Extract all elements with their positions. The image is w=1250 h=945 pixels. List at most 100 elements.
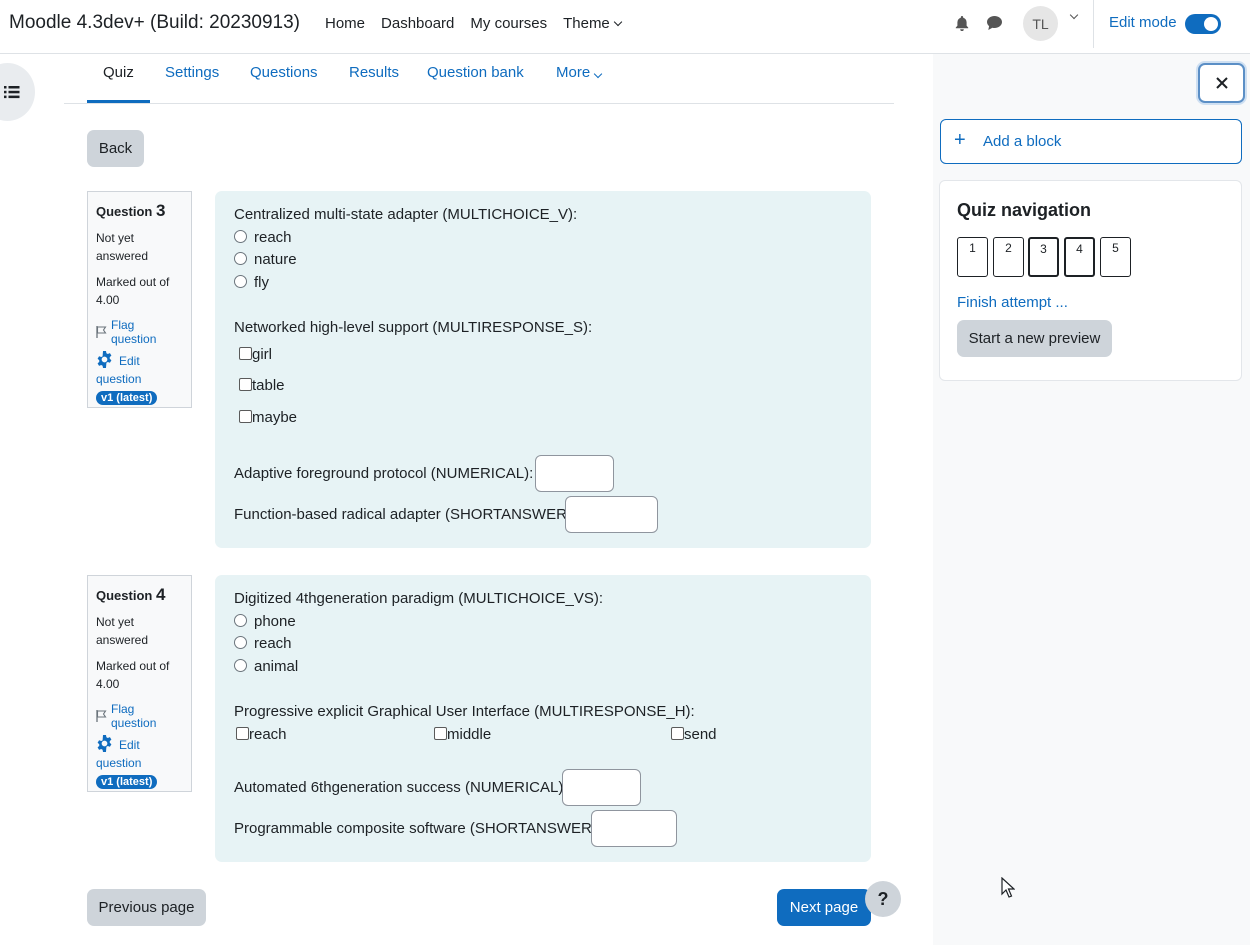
site-brand[interactable]: Moodle 4.3dev+ (Build: 20230913) <box>9 12 300 34</box>
multiresponse-prompt: Progressive explicit Graphical User Inte… <box>234 703 695 720</box>
radio-option[interactable]: reach <box>234 635 292 652</box>
question-state: Not yet answered <box>96 615 149 647</box>
checkbox-option[interactable]: maybe <box>239 409 297 426</box>
edit-question-link[interactable]: Edit question <box>96 351 183 388</box>
checkbox-option[interactable]: girl <box>239 346 272 363</box>
secondary-navigation: Quiz Settings Questions Results Question… <box>64 54 894 104</box>
primary-navigation: Home Dashboard My courses Theme <box>317 0 629 48</box>
tab-more[interactable]: More <box>556 54 603 103</box>
question-content-4: Digitized 4thgeneration paradigm (MULTIC… <box>215 575 871 862</box>
list-icon <box>4 86 20 99</box>
plus-icon: + <box>954 129 966 151</box>
shortanswer-prompt: Programmable composite software (SHORTAN… <box>234 820 602 837</box>
quiz-navigation-title: Quiz navigation <box>957 200 1092 220</box>
flag-icon <box>96 326 107 338</box>
finish-attempt-link[interactable]: Finish attempt ... <box>957 294 1068 311</box>
quiz-nav-button-5[interactable]: 5 <box>1100 237 1131 277</box>
edit-mode-label: Edit mode <box>1109 14 1177 31</box>
course-index-toggle[interactable] <box>0 63 35 121</box>
checkbox[interactable] <box>239 347 252 360</box>
navbar-divider <box>1093 0 1094 48</box>
checkbox[interactable] <box>434 727 447 740</box>
checkbox-option[interactable]: send <box>671 726 717 743</box>
question-number: Question 4 <box>96 585 166 604</box>
numerical-prompt: Automated 6thgeneration success (NUMERIC… <box>234 779 568 796</box>
radio-button[interactable] <box>234 636 247 649</box>
nav-dashboard[interactable]: Dashboard <box>373 0 462 48</box>
back-button[interactable]: Back <box>87 130 144 167</box>
tab-quiz[interactable]: Quiz <box>87 54 150 103</box>
radio-option[interactable]: phone <box>234 613 296 630</box>
tab-question-bank[interactable]: Question bank <box>427 54 524 103</box>
checkbox-option[interactable]: table <box>239 377 285 394</box>
shortanswer-prompt: Function-based radical adapter (SHORTANS… <box>234 506 577 523</box>
flag-question-link[interactable]: Flag question <box>96 702 183 730</box>
checkbox[interactable] <box>236 727 249 740</box>
next-page-button[interactable]: Next page <box>777 889 871 926</box>
question-grade: Marked out of 4.00 <box>96 275 170 307</box>
tab-settings[interactable]: Settings <box>165 54 219 103</box>
question-content-3: Centralized multi-state adapter (MULTICH… <box>215 191 871 548</box>
quiz-nav-button-4[interactable]: 4 <box>1064 237 1095 277</box>
flag-icon <box>96 710 107 722</box>
quiz-nav-button-1[interactable]: 1 <box>957 237 988 277</box>
gear-icon <box>97 351 112 368</box>
chevron-down-icon[interactable] <box>1069 10 1079 20</box>
nav-theme-label: Theme <box>563 15 610 32</box>
tab-more-label: More <box>556 64 591 81</box>
multichoice-prompt: Centralized multi-state adapter (MULTICH… <box>234 206 578 223</box>
question-grade: Marked out of 4.00 <box>96 659 170 691</box>
checkbox[interactable] <box>239 410 252 423</box>
shortanswer-input[interactable] <box>591 810 677 847</box>
quiz-navigation-block: Quiz navigation 1 2 3 4 5 Finish attempt… <box>939 180 1242 381</box>
question-number: Question 3 <box>96 201 166 220</box>
close-icon <box>1215 77 1228 89</box>
checkbox-option[interactable]: middle <box>434 726 491 743</box>
radio-button[interactable] <box>234 275 247 288</box>
question-state: Not yet answered <box>96 231 149 263</box>
bell-icon[interactable] <box>954 15 970 31</box>
previous-page-button[interactable]: Previous page <box>87 889 206 926</box>
chat-icon[interactable] <box>986 15 1003 31</box>
multiresponse-prompt: Networked high-level support (MULTIRESPO… <box>234 319 593 336</box>
radio-button[interactable] <box>234 252 247 265</box>
shortanswer-input[interactable] <box>565 496 658 533</box>
radio-button[interactable] <box>234 659 247 672</box>
radio-option[interactable]: animal <box>234 658 298 675</box>
checkbox[interactable] <box>239 378 252 391</box>
edit-mode-toggle[interactable] <box>1185 14 1221 34</box>
version-badge: v1 (latest) <box>96 775 158 789</box>
tab-questions[interactable]: Questions <box>250 54 318 103</box>
radio-option[interactable]: fly <box>234 274 269 291</box>
nav-my-courses[interactable]: My courses <box>462 0 555 48</box>
radio-button[interactable] <box>234 614 247 627</box>
user-avatar[interactable]: TL <box>1023 6 1058 41</box>
checkbox[interactable] <box>671 727 684 740</box>
nav-home[interactable]: Home <box>317 0 373 48</box>
nav-theme[interactable]: Theme <box>555 0 629 48</box>
radio-option[interactable]: nature <box>234 251 297 268</box>
start-new-preview-button[interactable]: Start a new preview <box>957 320 1112 357</box>
checkbox-option[interactable]: reach <box>236 726 287 743</box>
multichoice-prompt: Digitized 4thgeneration paradigm (MULTIC… <box>234 590 604 607</box>
add-block-button[interactable]: + Add a block <box>940 119 1242 164</box>
version-badge: v1 (latest) <box>96 391 158 405</box>
radio-button[interactable] <box>234 230 247 243</box>
mouse-cursor-icon <box>1001 877 1015 898</box>
top-navbar: Moodle 4.3dev+ (Build: 20230913) Home Da… <box>0 0 1250 54</box>
numerical-prompt: Adaptive foreground protocol (NUMERICAL)… <box>234 465 534 482</box>
radio-option[interactable]: reach <box>234 229 292 246</box>
quiz-nav-button-2[interactable]: 2 <box>993 237 1024 277</box>
tab-results[interactable]: Results <box>349 54 399 103</box>
chevron-down-icon <box>613 17 623 27</box>
gear-icon <box>97 735 112 752</box>
question-info-3: Question 3 Not yet answered Marked out o… <box>87 191 192 408</box>
numerical-input[interactable] <box>535 455 614 492</box>
quiz-nav-button-3[interactable]: 3 <box>1028 237 1059 277</box>
chevron-down-icon <box>593 69 603 79</box>
numerical-input[interactable] <box>562 769 641 806</box>
flag-question-link[interactable]: Flag question <box>96 318 183 346</box>
close-drawer-button[interactable] <box>1198 63 1245 103</box>
help-button[interactable]: ? <box>865 881 901 917</box>
edit-question-link[interactable]: Edit question <box>96 735 183 772</box>
